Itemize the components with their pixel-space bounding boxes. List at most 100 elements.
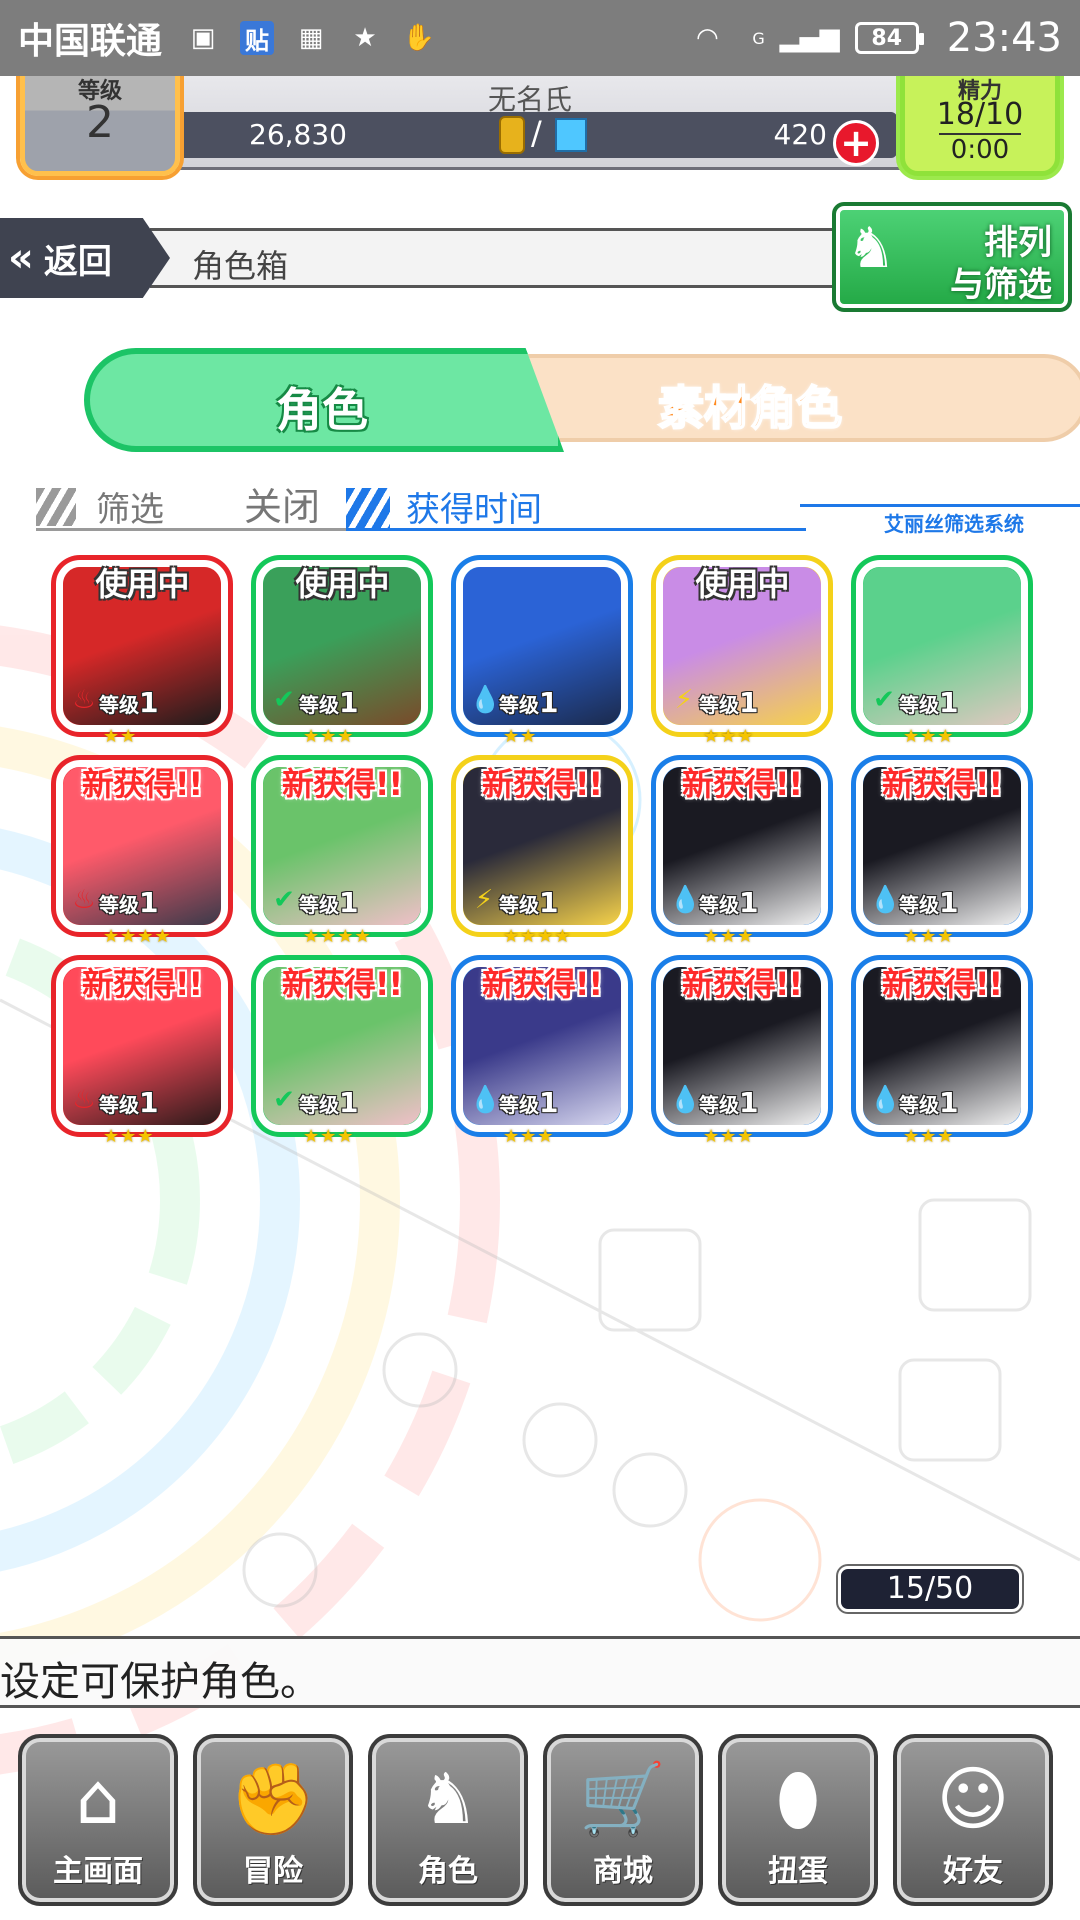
character-level-label: 等级 [99,693,139,717]
sort-filter-button[interactable]: ♞ 排列 与筛选 [832,202,1072,312]
character-level: 等级1 [499,686,558,719]
character-card[interactable]: 新获得!! 💧 等级1 ★★★ [856,960,1028,1147]
nav-label: 主画面 [53,1854,143,1889]
character-card[interactable]: 使用中 ✔ 等级1 ★★★ [256,560,428,747]
character-level: 等级1 [99,686,158,719]
grid-icon: ▦ [298,23,324,53]
character-level-value: 1 [139,1086,159,1119]
character-level-label: 等级 [899,1093,939,1117]
filter-row: 筛选 关闭 获得时间 艾丽丝筛选系统 [0,474,1080,536]
character-level: 等级1 [499,886,558,919]
character-level: 等级1 [99,1086,158,1119]
water-element-icon: 💧 [669,1085,702,1115]
fire-element-icon: ♨ [72,1085,96,1115]
tieba-icon: 贴 [240,21,275,55]
crystal-amount: 420 [773,118,827,151]
character-level-label: 等级 [499,693,539,717]
page-title: 角色箱 [192,247,289,285]
new-badge: 新获得!! [681,965,803,1003]
signal-label: G [752,28,765,48]
bottom-navigation: ⌂ 主画面 ✊ 冒险 ♞ 角色 🛒 商城 ⬮ 扭蛋 ☺ 好友 [0,1718,1080,1920]
sort-order-button[interactable]: 获得时间 [406,482,542,531]
character-card[interactable]: 新获得!! 💧 等级1 ★★★ [456,960,628,1147]
character-card[interactable]: 使用中 ⚡ 等级1 ★★★ [656,560,828,747]
tab-materials[interactable]: 素材角色 [504,354,1080,442]
nav-button-cart[interactable]: 🛒 商城 [543,1734,703,1906]
wind-element-icon: ✔ [273,685,295,715]
character-level-value: 1 [739,686,759,719]
new-badge: 新获得!! [81,765,203,803]
system-underline [800,504,1080,507]
character-card[interactable]: 新获得!! 💧 等级1 ★★★ [656,760,828,947]
water-element-icon: 💧 [469,685,502,715]
character-level: 等级1 [699,1086,758,1119]
clock: 23:43 [946,15,1062,61]
crystal-icon [555,118,587,152]
new-badge: 新获得!! [881,965,1003,1003]
character-level: 等级1 [699,686,758,719]
tab-characters[interactable]: 角色 [84,348,564,452]
nav-button-fist[interactable]: ✊ 冒险 [193,1734,353,1906]
sort-filter-line1: 排列 [984,223,1052,263]
character-card[interactable]: 新获得!! ♨ 等级1 ★★★ [56,960,228,1147]
stamina-value: 18/10 [936,97,1024,132]
water-element-icon: 💧 [869,885,902,915]
signal-icon: ▂▄▆ [779,23,840,53]
filter-system-label: 艾丽丝筛选系统 [884,512,1024,536]
tip-text: 设定可保护角色。 [0,1659,320,1705]
character-card[interactable]: 新获得!! 💧 等级1 ★★★ [856,760,1028,947]
character-level-value: 1 [939,1086,959,1119]
fire-element-icon: ♨ [72,685,96,715]
wind-element-icon: ✔ [873,685,895,715]
character-card[interactable]: 新获得!! ♨ 等级1 ★★★★ [56,760,228,947]
character-card[interactable]: ✔ 等级1 ★★★ [856,560,1028,747]
sort-filter-line2: 与筛选 [950,265,1052,305]
nav-button-rabbit[interactable]: ♞ 角色 [368,1734,528,1906]
filter-toggle[interactable]: 关闭 [244,476,320,531]
double-chevron-left-icon: « [8,235,34,281]
new-badge: 新获得!! [281,965,403,1003]
character-level-value: 1 [339,886,359,919]
nav-button-friends[interactable]: ☺ 好友 [893,1734,1053,1906]
thunder-element-icon: ⚡ [474,885,494,915]
gold-coin-icon [499,116,525,154]
nav-label: 商城 [593,1854,653,1889]
tip-bar: 设定可保护角色。 [0,1636,1080,1708]
title-bar: 角色箱 [150,228,950,288]
status-bar: 中国联通 ▣ 贴 ▦ ★ ✋ ◠ G ▂▄▆ 84 23:43 [0,0,1080,76]
filter-label: 筛选 [96,490,164,530]
resource-bar: 无名氏 26,830 / 420 + [150,76,910,170]
character-card[interactable]: 新获得!! 💧 等级1 ★★★ [656,960,828,1147]
hand-icon: ✋ [402,23,436,53]
character-level-value: 1 [939,886,959,919]
character-level-value: 1 [139,686,159,719]
sort-stripes-icon [346,488,390,528]
character-level: 等级1 [899,1086,958,1119]
battery-saver-icon: ▣ [190,23,216,53]
in-use-badge: 使用中 [695,565,789,603]
rarity-stars: ★★★ [703,1126,755,1147]
character-card[interactable]: 💧 等级1 ★★ [456,560,628,747]
water-element-icon: 💧 [469,1085,502,1115]
rarity-stars: ★★★ [703,926,755,947]
character-card[interactable]: 新获得!! ⚡ 等级1 ★★★★ [456,760,628,947]
wifi-icon: ◠ [695,23,719,53]
character-level-label: 等级 [499,1093,539,1117]
nav-button-egg[interactable]: ⬮ 扭蛋 [718,1734,878,1906]
character-card[interactable]: 使用中 ♨ 等级1 ★★ [56,560,228,747]
character-card[interactable]: 新获得!! ✔ 等级1 ★★★ [256,960,428,1147]
nav-label: 角色 [418,1854,478,1889]
tab-characters-label: 角色 [276,383,368,437]
thunder-element-icon: ⚡ [674,685,694,715]
character-level: 等级1 [299,886,358,919]
rarity-stars: ★★★ [703,726,755,747]
character-level: 等级1 [99,886,158,919]
nav-button-home[interactable]: ⌂ 主画面 [18,1734,178,1906]
character-card[interactable]: 新获得!! ✔ 等级1 ★★★★ [256,760,428,947]
wind-element-icon: ✔ [273,1085,295,1115]
add-crystal-button[interactable]: + [833,120,879,166]
back-button[interactable]: « 返回 [0,218,170,298]
tab-materials-label: 素材角色 [657,380,843,436]
character-level-value: 1 [539,1086,559,1119]
character-count: 15/50 [838,1566,1022,1612]
